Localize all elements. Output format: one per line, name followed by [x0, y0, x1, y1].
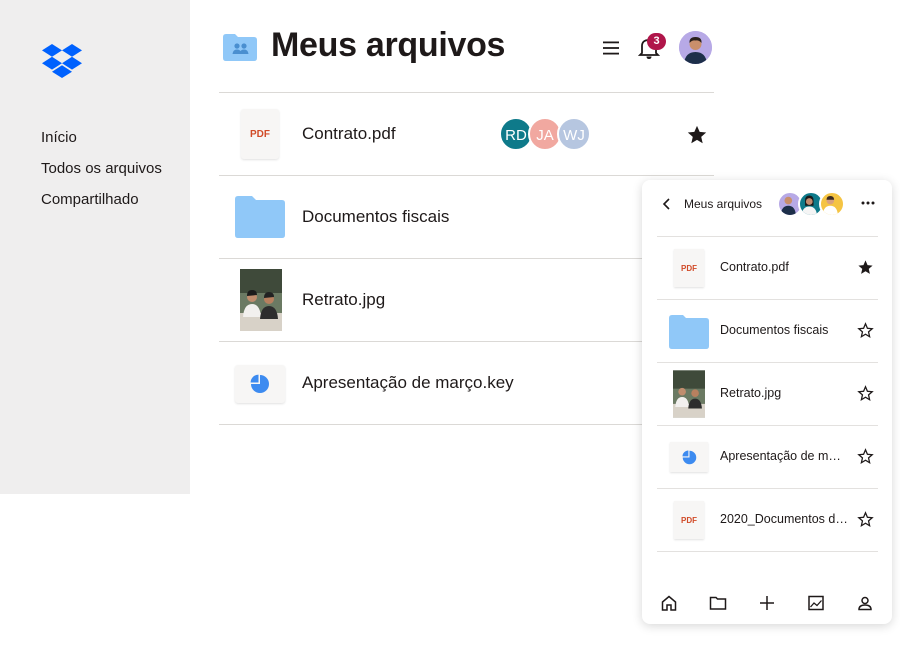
dropbox-logo-icon[interactable] — [42, 44, 82, 78]
pdf-file-icon: PDF — [674, 249, 704, 287]
mobile-file-list: PDF Contrato.pdf Documentos fiscais Retr… — [657, 236, 878, 552]
page-title: Meus arquivos — [271, 26, 506, 64]
mobile-file-name[interactable]: 2020_Documentos d… — [720, 512, 855, 526]
folder-icon — [669, 315, 709, 349]
star-filled-icon[interactable] — [857, 259, 874, 276]
menu-icon[interactable] — [601, 38, 621, 58]
pdf-file-icon: PDF — [674, 501, 704, 539]
shared-folder-icon — [223, 34, 257, 61]
mobile-file-row[interactable]: Apresentação de m… — [657, 426, 878, 489]
file-name[interactable]: Contrato.pdf — [302, 124, 396, 144]
home-icon[interactable] — [660, 594, 678, 612]
sidebar-item-inicio[interactable]: Início — [41, 128, 162, 159]
account-icon[interactable] — [856, 594, 874, 612]
pie-chart-icon — [681, 449, 696, 464]
mobile-panel: Meus arquivos PDF Contrato.pdf Documento… — [642, 180, 892, 624]
folder-icon[interactable] — [709, 594, 727, 612]
mobile-file-name[interactable]: Contrato.pdf — [720, 260, 855, 274]
file-name[interactable]: Apresentação de março.key — [302, 373, 514, 393]
avatar[interactable] — [679, 31, 712, 64]
photos-icon[interactable] — [807, 594, 825, 612]
mobile-file-name[interactable]: Documentos fiscais — [720, 323, 855, 337]
file-row-contrato[interactable]: PDF Contrato.pdf RD JA WJ — [219, 93, 714, 176]
photo-thumbnail-icon — [673, 370, 705, 418]
collaborator-avatar-wj[interactable]: WJ — [557, 117, 591, 151]
keynote-file-icon — [235, 365, 285, 403]
photo-thumbnail-icon — [240, 269, 282, 331]
mobile-file-name[interactable]: Apresentação de m… — [720, 449, 855, 463]
pie-chart-icon — [250, 374, 269, 393]
sidebar-nav: Início Todos os arquivos Compartilhado — [41, 128, 162, 221]
star-outline-icon[interactable] — [857, 385, 874, 402]
back-chevron-icon[interactable] — [660, 197, 674, 211]
mobile-header: Meus arquivos — [642, 180, 892, 236]
mobile-file-row[interactable]: PDF Contrato.pdf — [657, 237, 878, 300]
avatar[interactable] — [819, 191, 845, 217]
mobile-tab-bar — [642, 582, 892, 624]
star-outline-icon[interactable] — [857, 448, 874, 465]
mobile-file-name[interactable]: Retrato.jpg — [720, 386, 855, 400]
file-name[interactable]: Retrato.jpg — [302, 290, 385, 310]
star-filled-icon[interactable] — [686, 124, 708, 146]
page-header: Meus arquivos 3 — [219, 24, 714, 72]
notification-badge: 3 — [647, 33, 666, 50]
plus-icon[interactable] — [758, 594, 776, 612]
star-outline-icon[interactable] — [857, 322, 874, 339]
file-row-retrato[interactable]: Retrato.jpg — [219, 259, 714, 342]
more-options-icon[interactable] — [860, 195, 876, 211]
file-row-apresentacao[interactable]: Apresentação de março.key — [219, 342, 714, 425]
sidebar-item-compartilhado[interactable]: Compartilhado — [41, 190, 162, 221]
star-outline-icon[interactable] — [857, 511, 874, 528]
pdf-file-icon: PDF — [241, 109, 279, 159]
keynote-file-icon — [670, 442, 708, 472]
mobile-file-row[interactable]: PDF 2020_Documentos d… — [657, 489, 878, 552]
file-row-documentos-fiscais[interactable]: Documentos fiscais — [219, 176, 714, 259]
sidebar: Início Todos os arquivos Compartilhado — [0, 0, 190, 494]
mobile-file-row[interactable]: Retrato.jpg — [657, 363, 878, 426]
sidebar-item-todos-os-arquivos[interactable]: Todos os arquivos — [41, 159, 162, 190]
mobile-title: Meus arquivos — [684, 197, 763, 211]
file-list: PDF Contrato.pdf RD JA WJ Documentos fis… — [219, 92, 714, 425]
mobile-file-row[interactable]: Documentos fiscais — [657, 300, 878, 363]
file-name[interactable]: Documentos fiscais — [302, 207, 449, 227]
folder-icon — [235, 196, 285, 238]
